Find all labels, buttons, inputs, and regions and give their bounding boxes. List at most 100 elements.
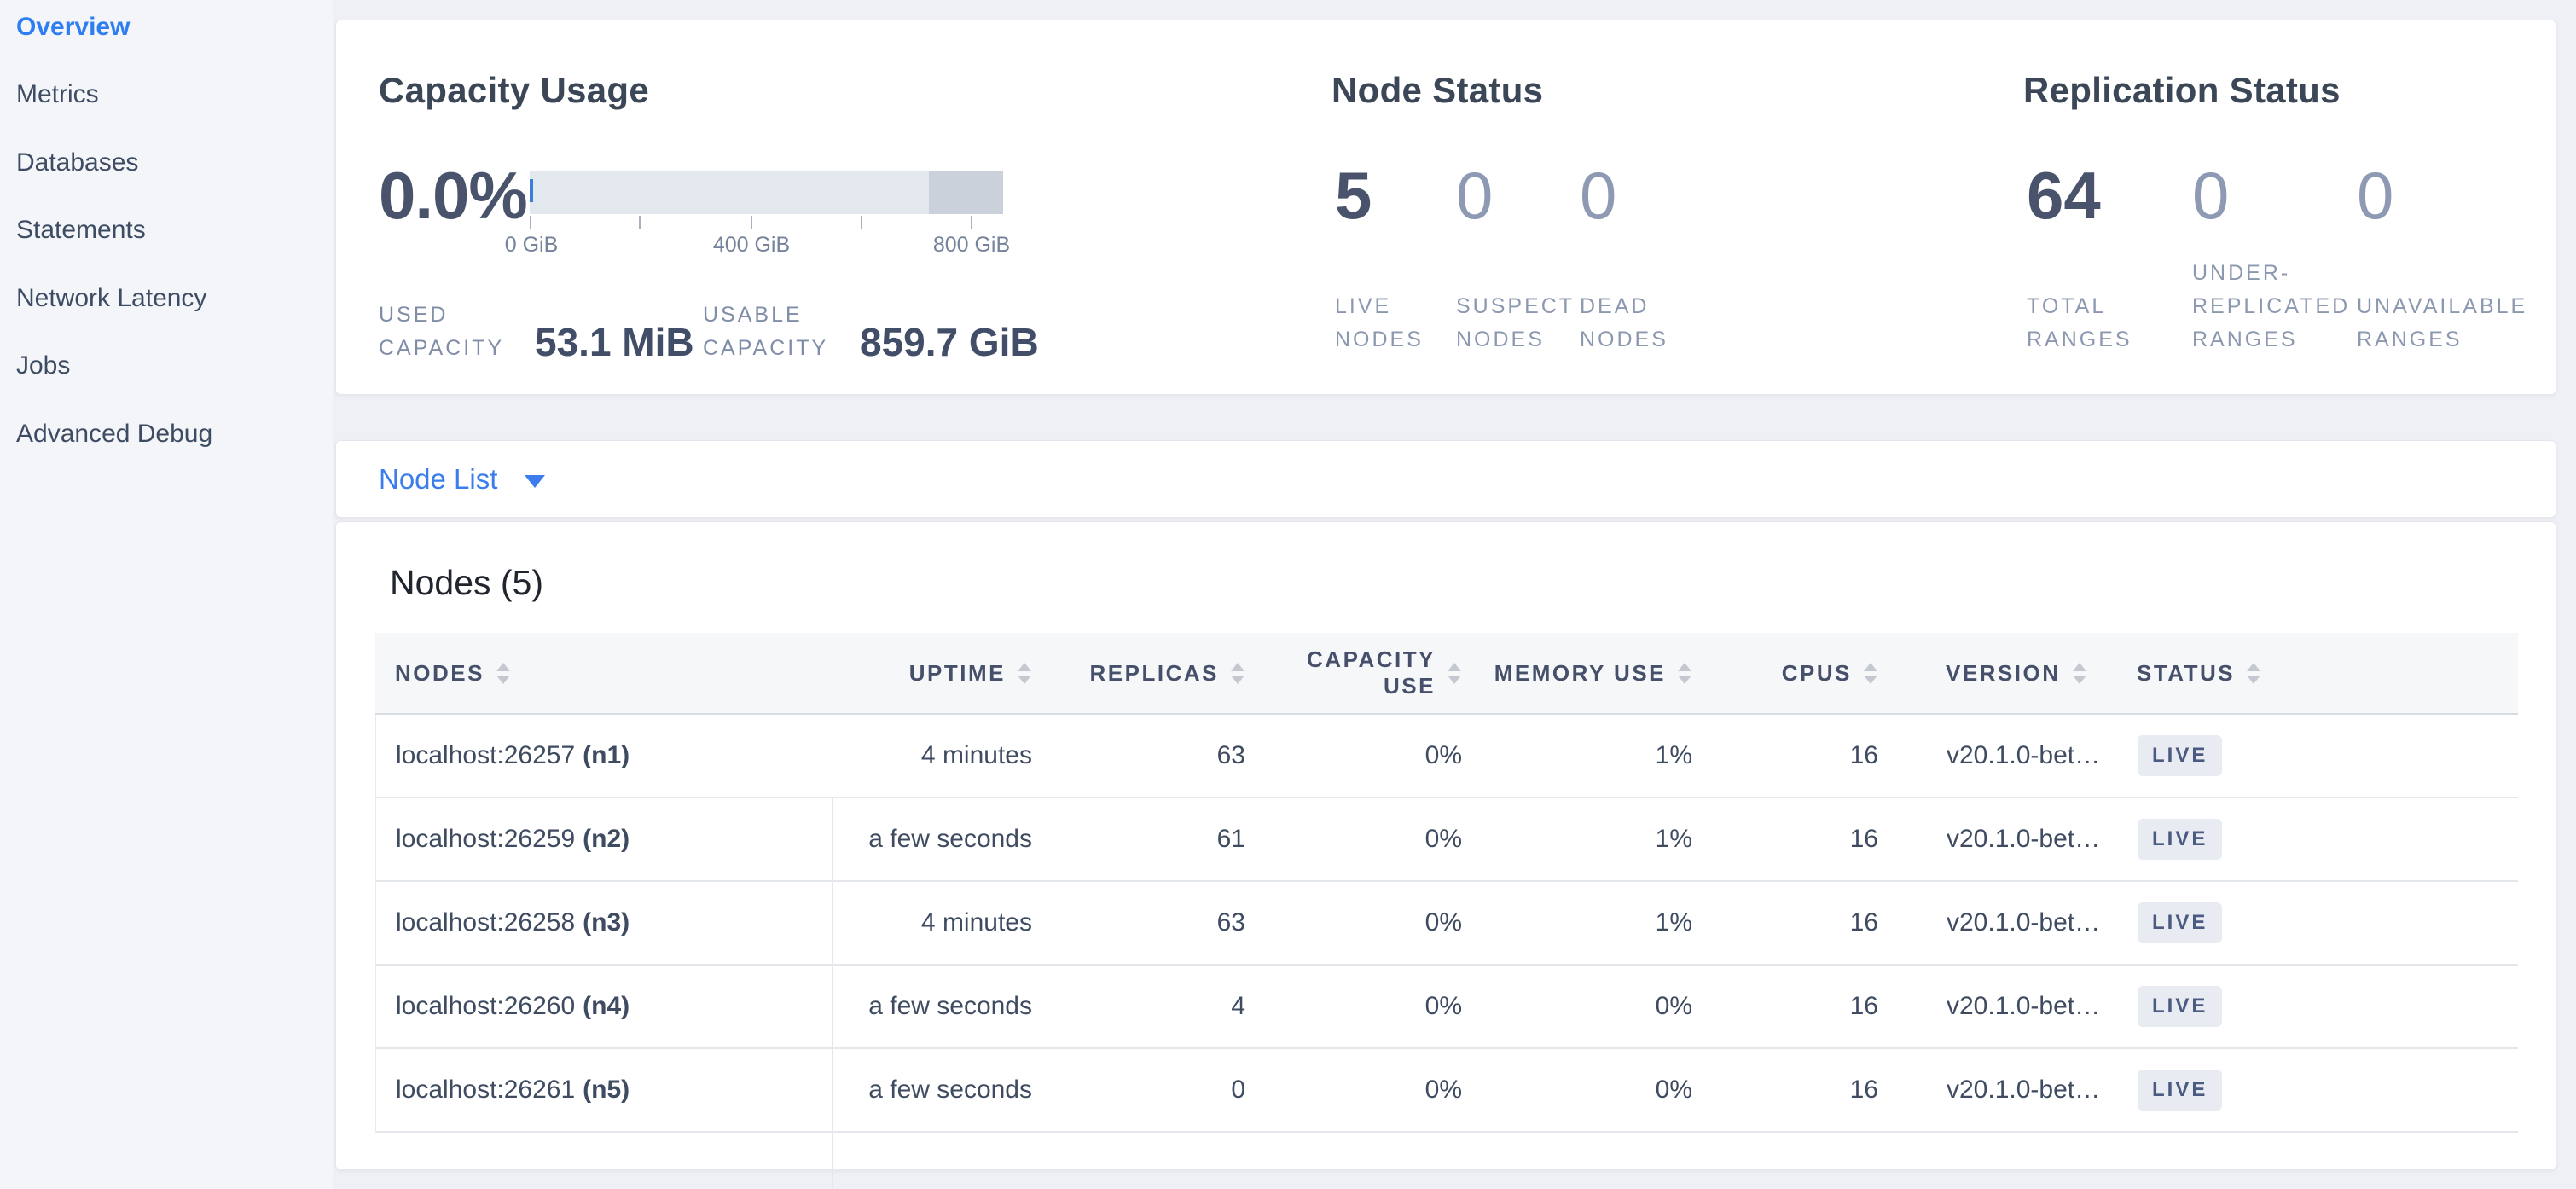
sidebar-item-metrics[interactable]: Metrics	[16, 78, 99, 112]
sidebar-item-overview[interactable]: Overview	[16, 10, 130, 44]
unavailable-ranges-value: 0	[2357, 157, 2393, 235]
dead-nodes-stat: 0 DEAD NODES	[1580, 20, 1708, 394]
suspect-nodes-value: 0	[1456, 157, 1493, 235]
status-badge: LIVE	[2138, 986, 2222, 1027]
replicas-cell: 63	[1032, 715, 1245, 797]
column-header-uptime[interactable]: UPTIME	[831, 633, 1031, 713]
cpus-cell: 16	[1692, 1049, 1878, 1131]
sort-icon	[1448, 663, 1461, 684]
column-header-label: VERSION	[1946, 660, 2061, 687]
sort-icon	[496, 663, 510, 684]
node-address-link[interactable]: localhost:26258 (n3)	[376, 882, 832, 964]
axis-label-800gib: 800 GiB	[933, 233, 1010, 258]
cluster-overview-page: Overview Metrics Databases Statements Ne…	[0, 0, 2576, 1189]
capacity-usage-title: Capacity Usage	[379, 70, 649, 111]
chevron-down-icon	[525, 475, 545, 488]
memory-use-cell: 0%	[1462, 1049, 1692, 1131]
table-row[interactable]: localhost:26257 (n1) 4 minutes 63 0% 1% …	[376, 715, 2518, 798]
replicas-cell: 0	[1032, 1049, 1245, 1131]
cpus-cell: 16	[1692, 798, 1878, 880]
column-header-cpus[interactable]: CPUS	[1691, 633, 1877, 713]
column-header-label: NODES	[395, 660, 484, 687]
suspect-nodes-stat: 0 SUSPECT NODES	[1456, 20, 1577, 394]
version-cell: v20.1.0-bet…	[1947, 715, 2160, 797]
column-header-label: CAPACITY USE	[1284, 647, 1436, 699]
node-address: localhost:26258	[396, 908, 575, 937]
sidebar-item-statements[interactable]: Statements	[16, 213, 146, 247]
capacity-use-cell: 0%	[1245, 1049, 1462, 1131]
total-ranges-value: 64	[2027, 157, 2101, 235]
live-nodes-value: 5	[1335, 157, 1372, 235]
unavailable-ranges-label: UNAVAILABLE RANGES	[2357, 290, 2557, 357]
column-header-replicas[interactable]: REPLICAS	[1031, 633, 1244, 713]
replicas-cell: 61	[1032, 798, 1245, 880]
column-header-version[interactable]: VERSION	[1946, 633, 2159, 713]
axis-tick	[751, 216, 752, 229]
replicas-cell: 63	[1032, 882, 1245, 964]
node-list-dropdown[interactable]: Node List	[379, 441, 545, 517]
cpus-cell: 16	[1692, 715, 1878, 797]
sidebar-item-jobs[interactable]: Jobs	[16, 349, 70, 383]
column-header-label: UPTIME	[909, 660, 1006, 687]
capacity-used-percent: 0.0%	[379, 157, 527, 235]
node-id: (n3)	[583, 908, 629, 937]
live-nodes-label: LIVE NODES	[1335, 290, 1448, 357]
uptime-cell: 4 minutes	[832, 715, 1032, 797]
cpus-cell: 16	[1692, 882, 1878, 964]
dead-nodes-label: DEAD NODES	[1580, 290, 1708, 357]
version-cell: v20.1.0-bet…	[1947, 882, 2160, 964]
table-row[interactable]: localhost:26261 (n5) a few seconds 0 0% …	[376, 1049, 2518, 1133]
node-address-link[interactable]: localhost:26257 (n1)	[376, 715, 832, 797]
nodes-table-header: NODES UPTIME REPLICAS CAPACITY USE MEMOR…	[375, 633, 2518, 715]
memory-use-cell: 1%	[1462, 798, 1692, 880]
node-id: (n1)	[583, 741, 629, 770]
column-header-label: STATUS	[2137, 660, 2235, 687]
total-ranges-stat: 64 TOTAL RANGES	[2027, 20, 2184, 394]
status-cell: LIVE	[2138, 715, 2513, 797]
table-row[interactable]: localhost:26258 (n3) 4 minutes 63 0% 1% …	[376, 882, 2518, 966]
memory-use-cell: 1%	[1462, 882, 1692, 964]
node-address: localhost:26257	[396, 741, 575, 770]
sort-icon	[1864, 663, 1877, 684]
capacity-bar-used-indicator	[530, 179, 533, 202]
capacity-use-cell: 0%	[1245, 882, 1462, 964]
memory-use-cell: 0%	[1462, 966, 1692, 1047]
used-capacity-label: USED CAPACITY	[379, 299, 535, 365]
cluster-summary-card: Capacity Usage 0.0% 0 GiB 400 GiB 800 Gi…	[335, 20, 2556, 395]
sort-icon	[1231, 663, 1244, 684]
nodes-table: NODES UPTIME REPLICAS CAPACITY USE MEMOR…	[375, 633, 2518, 1133]
sidebar-item-network-latency[interactable]: Network Latency	[16, 281, 206, 316]
table-row[interactable]: localhost:26259 (n2) a few seconds 61 0%…	[376, 798, 2518, 882]
column-header-nodes[interactable]: NODES	[375, 633, 831, 713]
dead-nodes-value: 0	[1580, 157, 1616, 235]
version-cell: v20.1.0-bet…	[1947, 798, 2160, 880]
uptime-cell: a few seconds	[832, 1049, 1032, 1131]
nodes-table-body: localhost:26257 (n1) 4 minutes 63 0% 1% …	[375, 715, 2518, 1133]
sort-icon	[2247, 663, 2260, 684]
node-address-link[interactable]: localhost:26260 (n4)	[376, 966, 832, 1047]
node-list-dropdown-label: Node List	[379, 463, 497, 496]
column-header-status[interactable]: STATUS	[2137, 633, 2512, 713]
capacity-usage-bar-chart	[530, 171, 1003, 214]
node-address-link[interactable]: localhost:26261 (n5)	[376, 1049, 832, 1131]
status-cell: LIVE	[2138, 882, 2513, 964]
table-row[interactable]: localhost:26260 (n4) a few seconds 4 0% …	[376, 966, 2518, 1049]
node-address: localhost:26260	[396, 992, 575, 1021]
memory-use-cell: 1%	[1462, 715, 1692, 797]
axis-tick	[530, 216, 531, 229]
status-badge: LIVE	[2138, 819, 2222, 860]
capacity-use-cell: 0%	[1245, 798, 1462, 880]
sort-icon	[1018, 663, 1031, 684]
column-header-memory-use[interactable]: MEMORY USE	[1461, 633, 1691, 713]
sidebar-item-databases[interactable]: Databases	[16, 146, 138, 180]
node-id: (n5)	[583, 1076, 629, 1105]
node-address-link[interactable]: localhost:26259 (n2)	[376, 798, 832, 880]
column-header-label: CPUS	[1782, 660, 1852, 687]
sidebar-item-advanced-debug[interactable]: Advanced Debug	[16, 417, 212, 451]
uptime-cell: a few seconds	[832, 966, 1032, 1047]
axis-tick	[639, 216, 641, 229]
node-address: localhost:26261	[396, 1076, 575, 1105]
usable-capacity-value: 859.7 GiB	[860, 321, 1039, 365]
node-id: (n4)	[583, 992, 629, 1021]
column-header-capacity-use[interactable]: CAPACITY USE	[1244, 633, 1461, 713]
